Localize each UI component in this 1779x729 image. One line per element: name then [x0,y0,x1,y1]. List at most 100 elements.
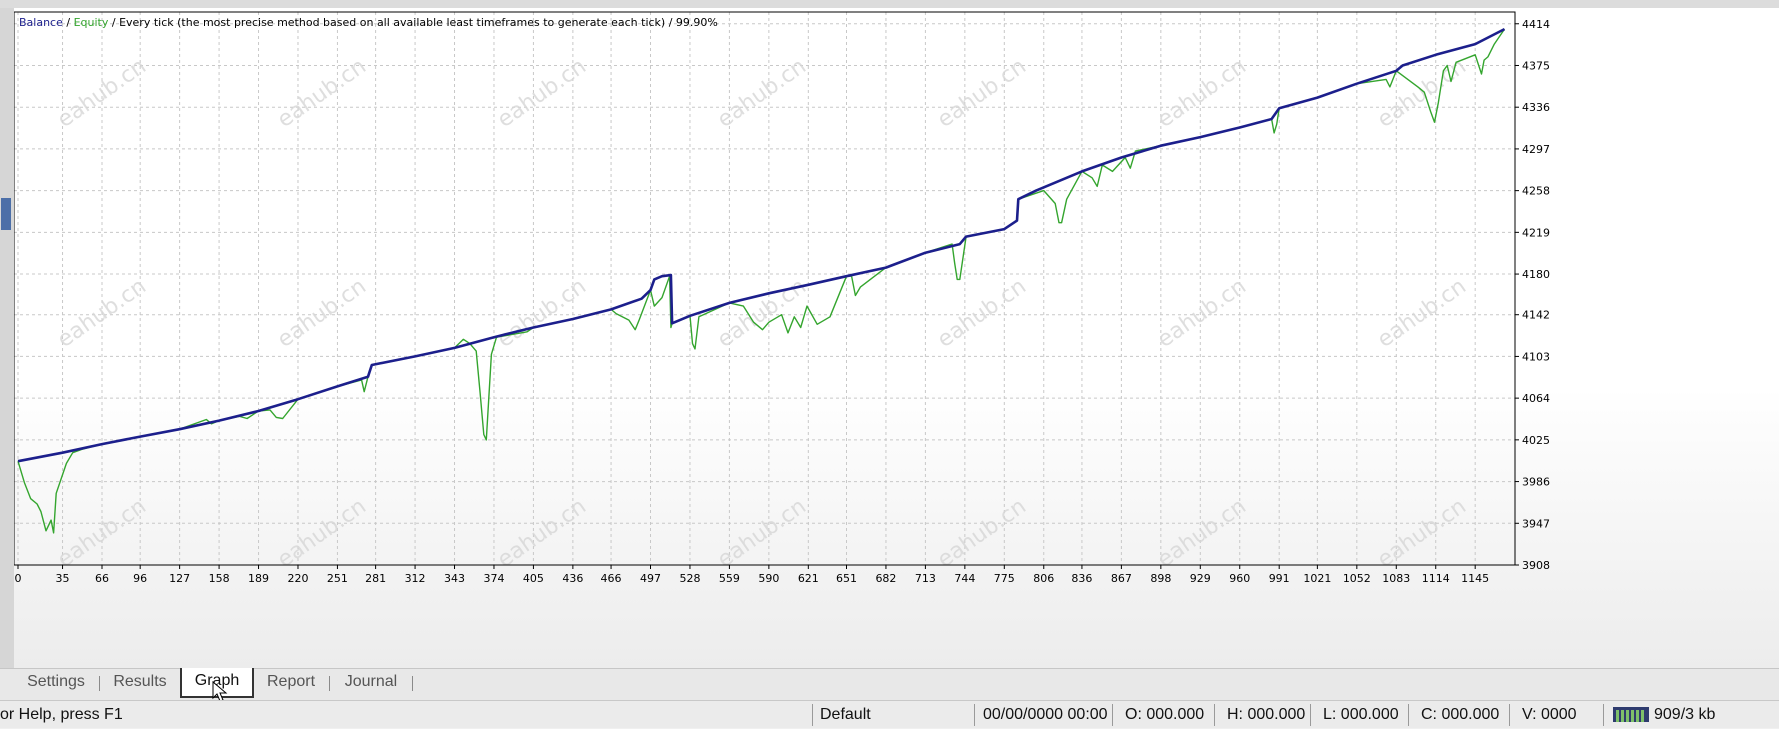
x-tick-label: 744 [954,572,975,585]
x-tick-label: 497 [640,572,661,585]
status-traffic: 909/3 kb [1654,706,1716,723]
status-separator [1214,704,1215,726]
x-tick-label: 1114 [1422,572,1450,585]
status-separator [1603,704,1604,726]
status-open: O: 000.000 [1125,706,1205,723]
watermark-text: eahub.cn [933,494,1031,573]
status-separator [1509,704,1510,726]
y-tick-label: 3947 [1522,517,1550,530]
x-tick-label: 621 [798,572,819,585]
x-tick-label: 836 [1071,572,1092,585]
tab-report[interactable]: Report [258,669,324,697]
status-separator [1310,704,1311,726]
x-tick-label: 806 [1033,572,1054,585]
x-tick-label: 66 [95,572,109,585]
x-tick-label: 374 [483,572,504,585]
x-tick-label: 528 [679,572,700,585]
status-volume: V: 0000 [1522,706,1577,723]
watermark-text: eahub.cn [713,494,811,573]
x-tick-label: 405 [523,572,544,585]
x-tick-label: 929 [1190,572,1211,585]
x-tick-label: 343 [444,572,465,585]
x-tick-label: 1145 [1461,572,1489,585]
status-separator [1408,704,1409,726]
y-axis-ticks: 3908 3947 3986 4025 4064 4103 4142 4180 4219 4258… [1515,18,1550,572]
x-tick-label: 251 [327,572,348,585]
x-tick-label: 775 [994,572,1015,585]
connection-bars-icon [1613,707,1649,722]
y-tick-label: 4180 [1522,268,1550,281]
x-tick-label: 1083 [1382,572,1410,585]
x-tick-label: 1021 [1303,572,1331,585]
x-tick-label: 682 [875,572,896,585]
x-tick-label: 867 [1111,572,1132,585]
status-datetime: 00/00/0000 00:00 [983,706,1108,723]
watermark-text: eahub.cn [713,274,811,353]
watermark-text: eahub.cn [53,274,151,353]
x-tick-label: 189 [248,572,269,585]
status-separator [812,704,813,726]
watermark-text: eahub.cn [933,274,1031,353]
watermark-text: eahub.cn [273,494,371,573]
status-separator [974,704,975,726]
y-tick-label: 3908 [1522,559,1550,572]
y-tick-label: 4103 [1522,350,1550,363]
tab-settings[interactable]: Settings [18,669,94,697]
tab-separator [99,676,100,691]
x-tick-label: 281 [365,572,386,585]
x-tick-label: 158 [209,572,230,585]
x-tick-label: 35 [56,572,70,585]
status-close: C: 000.000 [1421,706,1500,723]
watermark-text: eahub.cn [713,54,811,133]
legend-equity: Equity [74,16,109,29]
watermark-layer: eahub.cn eahub.cn eahub.cn eahub.cn eahub.cn… [53,54,1471,573]
y-tick-label: 3986 [1522,476,1550,489]
x-tick-label: 1052 [1343,572,1371,585]
y-tick-label: 4219 [1522,226,1550,239]
x-tick-label: 436 [562,572,583,585]
watermark-text: eahub.cn [1153,494,1251,573]
legend-separator: / [63,16,74,29]
status-profile: Default [820,706,871,723]
balance-equity-chart: eahub.cn eahub.cn eahub.cn eahub.cn eahub.cn… [14,11,1550,585]
tab-journal[interactable]: Journal [334,669,408,697]
tab-separator [412,676,413,691]
x-tick-label: 898 [1150,572,1171,585]
legend-description: / Every tick (the most precise method ba… [108,16,718,29]
watermark-text: eahub.cn [493,494,591,573]
x-tick-label: 312 [405,572,426,585]
status-high: H: 000.000 [1227,706,1306,723]
x-tick-label: 590 [758,572,779,585]
watermark-text: eahub.cn [1373,494,1471,573]
x-tick-label: 220 [287,572,308,585]
x-tick-label: 713 [915,572,936,585]
x-tick-label: 127 [169,572,190,585]
chart-legend: Balance / Equity / Every tick (the most … [19,16,718,29]
y-tick-label: 4375 [1522,59,1550,72]
tester-tab-bar: Settings Results Graph Report Journal [0,668,1779,701]
x-tick-label: 960 [1229,572,1250,585]
y-tick-label: 4297 [1522,143,1550,156]
y-tick-label: 4064 [1522,392,1550,405]
window-top-border [0,0,1779,8]
x-tick-label: 991 [1269,572,1290,585]
watermark-text: eahub.cn [273,274,371,353]
x-tick-label: 651 [836,572,857,585]
x-axis-ticks: 0 35 66 96 127 158 189 220 251 281 312 343 374 405 436… [15,565,1489,585]
x-tick-label: 559 [719,572,740,585]
y-tick-label: 4142 [1522,309,1550,322]
tab-results[interactable]: Results [104,669,176,697]
y-tick-label: 4414 [1522,18,1550,31]
x-tick-label: 466 [601,572,622,585]
left-panel-edge [0,8,15,670]
equity-chart-panel: eahub.cn eahub.cn eahub.cn eahub.cn eahub.cn… [14,8,1779,670]
status-separator [1112,704,1113,726]
watermark-text: eahub.cn [1373,54,1471,133]
status-help-text: or Help, press F1 [0,706,123,723]
tab-separator [329,676,330,691]
y-tick-label: 4336 [1522,101,1550,114]
x-tick-label: 96 [133,572,147,585]
watermark-text: eahub.cn [493,274,591,353]
y-tick-label: 4258 [1522,185,1550,198]
panel-edge-marker [1,198,11,230]
